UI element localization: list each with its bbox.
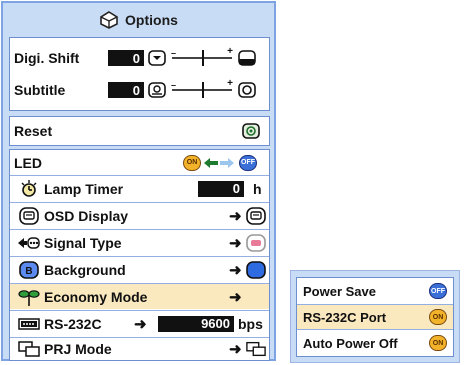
rs232c-label: RS-232C <box>44 315 102 332</box>
signal-type-arrow-icon: ➜ <box>229 234 242 252</box>
economy-mode-leaf-icon <box>18 289 40 306</box>
prj-mode-icon <box>18 341 40 357</box>
auto-power-off-state-badge: ON <box>429 335 447 351</box>
osd-display-icon <box>19 206 39 225</box>
digi-shift-minus-icon <box>148 50 166 66</box>
lamp-timer-unit: h <box>253 180 262 197</box>
options-menu-icon <box>100 11 118 29</box>
rs232c-port-label: RS-232C Port <box>303 309 387 325</box>
reset-label: Reset <box>14 123 53 139</box>
prj-mode-row[interactable]: PRJ Mode ➜ <box>10 338 269 360</box>
background-arrow-icon: ➜ <box>229 261 242 279</box>
led-row[interactable]: LED ON OFF <box>10 152 269 173</box>
led-on-badge: ON <box>183 154 201 171</box>
power-save-state-badge: OFF <box>429 283 447 299</box>
digi-shift-row[interactable]: Digi. Shift 0 – + <box>10 46 269 70</box>
led-label: LED <box>14 154 42 171</box>
background-state-icon <box>246 260 266 279</box>
options-title: Options <box>125 12 178 28</box>
options-list: LED ON OFF Lamp Timer 0 h OSD Display ➜ … <box>9 149 270 361</box>
reset-icon <box>242 123 260 139</box>
osd-display-state-icon <box>246 206 266 225</box>
options-panel: Options Digi. Shift 0 – + Subtitle 0 – +… <box>1 1 276 361</box>
led-toggle-arrows-icon <box>204 157 234 168</box>
economy-mode-submenu: Power Save OFF RS-232C Port ON Auto Powe… <box>290 270 460 363</box>
shift-subtitle-group: Digi. Shift 0 – + Subtitle 0 – + <box>9 37 270 111</box>
economy-mode-label: Economy Mode <box>44 288 148 305</box>
options-title-bar: Options <box>3 3 274 37</box>
background-row[interactable]: B Background ➜ <box>10 257 269 282</box>
background-icon: B <box>19 260 39 279</box>
rs232c-port-state-badge: ON <box>429 309 447 325</box>
economy-mode-arrow-icon: ➜ <box>229 288 242 306</box>
power-save-label: Power Save <box>303 283 376 299</box>
rs232c-baud-value: 9600 <box>158 315 234 332</box>
svg-text:B: B <box>25 266 32 277</box>
rs232c-port-row[interactable]: RS-232C Port ON <box>297 304 453 330</box>
osd-display-arrow-icon: ➜ <box>229 207 242 225</box>
economy-mode-row[interactable]: Economy Mode ➜ <box>10 284 269 309</box>
prj-mode-arrow-icon: ➜ <box>229 341 242 358</box>
subtitle-value: 0 <box>108 82 144 98</box>
power-save-row[interactable]: Power Save OFF <box>297 278 453 304</box>
osd-display-label: OSD Display <box>44 207 129 224</box>
signal-type-label: Signal Type <box>44 234 122 251</box>
led-off-badge: OFF <box>239 154 257 171</box>
lamp-timer-row[interactable]: Lamp Timer 0 h <box>10 176 269 201</box>
economy-submenu-list: Power Save OFF RS-232C Port ON Auto Powe… <box>296 277 454 357</box>
rs232c-arrow-icon: ➜ <box>134 315 147 333</box>
rs232c-port-icon <box>18 317 40 330</box>
signal-type-icon <box>18 236 40 249</box>
subtitle-minus-icon <box>148 82 166 98</box>
digi-shift-label: Digi. Shift <box>14 50 80 66</box>
prj-mode-label: PRJ Mode <box>44 341 112 357</box>
signal-type-state-icon <box>246 233 266 252</box>
subtitle-label: Subtitle <box>14 82 66 98</box>
digi-shift-slider[interactable]: – + <box>171 46 233 66</box>
subtitle-row[interactable]: Subtitle 0 – + <box>10 78 269 102</box>
background-label: Background <box>44 261 126 278</box>
subtitle-slider[interactable]: – + <box>171 78 233 98</box>
lamp-timer-label: Lamp Timer <box>44 180 124 197</box>
signal-type-row[interactable]: Signal Type ➜ <box>10 230 269 255</box>
reset-group: Reset <box>9 116 270 146</box>
digi-shift-plus-icon <box>238 50 256 66</box>
auto-power-off-label: Auto Power Off <box>303 335 398 351</box>
auto-power-off-row[interactable]: Auto Power Off ON <box>297 330 453 356</box>
lamp-timer-value: 0 <box>198 180 244 197</box>
reset-row[interactable]: Reset <box>10 119 269 143</box>
osd-display-row[interactable]: OSD Display ➜ <box>10 203 269 228</box>
rs232c-unit: bps <box>238 315 263 332</box>
digi-shift-value: 0 <box>108 50 144 66</box>
prj-mode-state-icon <box>246 341 266 357</box>
lamp-timer-icon <box>21 179 37 197</box>
rs232c-row[interactable]: RS-232C ➜ 9600 bps <box>10 311 269 336</box>
subtitle-plus-icon <box>238 82 256 98</box>
